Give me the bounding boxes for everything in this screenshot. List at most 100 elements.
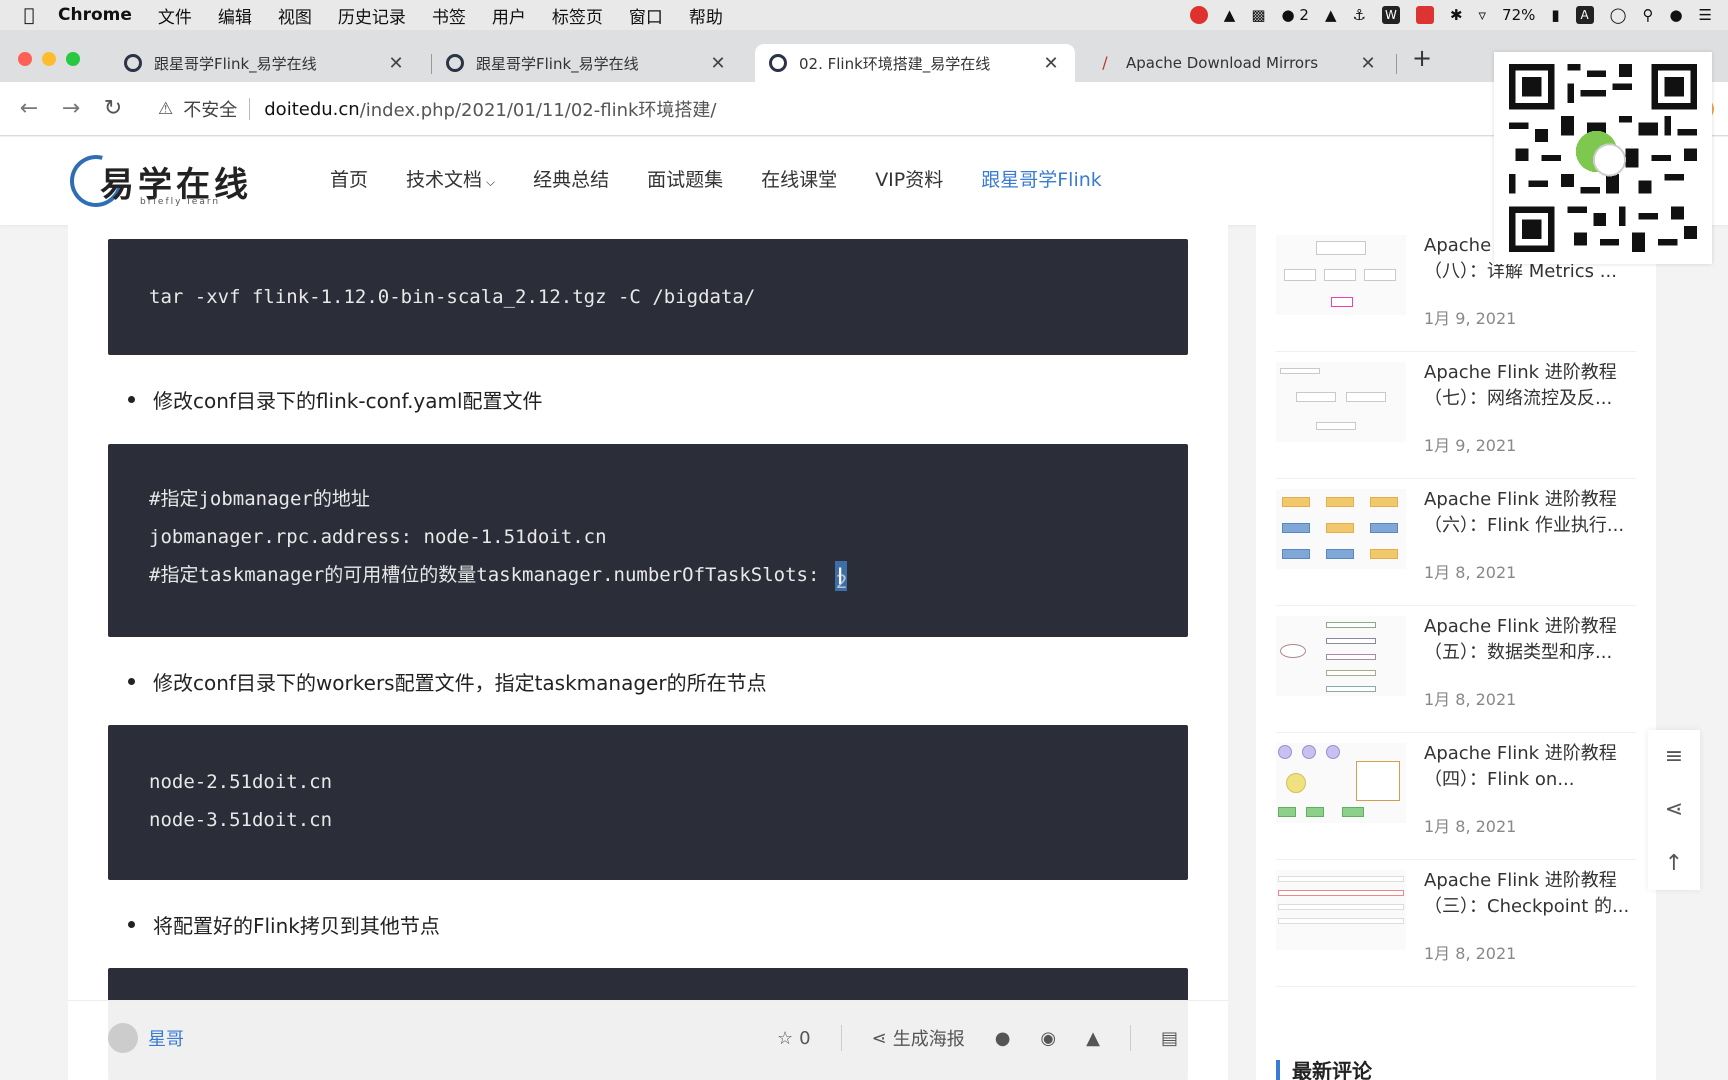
- forward-icon[interactable]: →: [50, 96, 92, 121]
- tab-1[interactable]: 跟星哥学Flink_易学在线 ✕: [110, 44, 420, 82]
- author-name: 星哥: [148, 1029, 184, 1050]
- tab-separator: [1396, 54, 1397, 74]
- close-tab-icon[interactable]: ✕: [386, 53, 406, 74]
- new-tab-icon[interactable]: +: [1412, 44, 1432, 72]
- back-icon[interactable]: ←: [8, 96, 50, 121]
- input-method-icon[interactable]: A: [1575, 6, 1594, 24]
- nav-interview[interactable]: 面试题集: [647, 165, 723, 192]
- siri-icon[interactable]: ●: [1669, 6, 1682, 24]
- post-actions: ☆ 0 ⋖ 生成海报 ● ◉ ▲ ▤: [747, 1025, 1178, 1051]
- tab-3-active[interactable]: 02. Flink环境搭建_易学在线 ✕: [755, 44, 1075, 82]
- battery-level[interactable]: 72%: [1502, 6, 1535, 24]
- minimize-window-button[interactable]: [42, 52, 56, 66]
- menu-edit[interactable]: 编辑: [218, 3, 252, 28]
- menu-people[interactable]: 用户: [492, 3, 526, 28]
- bell-icon[interactable]: ▲: [1224, 6, 1236, 24]
- upload-icon[interactable]: ▲: [1325, 6, 1337, 24]
- menu-view[interactable]: 视图: [278, 3, 312, 28]
- sidebar-post[interactable]: Apache Flink 进阶教程 （七）：网络流控及反... 1月 9, 202…: [1276, 352, 1636, 479]
- share-icon[interactable]: ⋖: [1665, 797, 1683, 822]
- menu-window[interactable]: 窗口: [629, 3, 663, 28]
- address-divider: [249, 98, 251, 120]
- post-title: Apache Flink 进阶教程 （三）：Checkpoint 的...: [1424, 868, 1639, 920]
- clock-icon[interactable]: ◯: [1610, 6, 1627, 24]
- extension-icon[interactable]: ▩: [1251, 6, 1265, 24]
- code-block[interactable]: node-2.51doit.cn node-3.51doit.cn: [108, 725, 1188, 880]
- bluetooth-icon[interactable]: ✱: [1450, 6, 1463, 24]
- browser-tab-strip: 跟星哥学Flink_易学在线 ✕ 跟星哥学Flink_易学在线 ✕ 02. Fl…: [0, 30, 1728, 82]
- post-title-line: （六）：Flink 作业执行...: [1424, 515, 1625, 536]
- tab-2[interactable]: 跟星哥学Flink_易学在线 ✕: [432, 44, 742, 82]
- back-to-top-icon[interactable]: ↑: [1665, 851, 1683, 876]
- close-tab-icon[interactable]: ✕: [1358, 53, 1378, 74]
- sidebar-post[interactable]: Apache Flink 进阶教程 （六）：Flink 作业执行... 1月 8,…: [1276, 479, 1636, 606]
- action-divider: [840, 1025, 842, 1051]
- menu-history[interactable]: 历史记录: [338, 3, 406, 28]
- nav-online-course[interactable]: 在线课堂: [761, 165, 837, 192]
- nav-classic-summary[interactable]: 经典总结: [533, 165, 609, 192]
- close-tab-icon[interactable]: ✕: [708, 53, 728, 74]
- wifi-icon[interactable]: ▿: [1479, 6, 1487, 24]
- close-tab-icon[interactable]: ✕: [1041, 53, 1061, 74]
- reload-icon[interactable]: ↻: [92, 96, 134, 121]
- sidebar-post[interactable]: Apache Flink 进阶教程 （四）：Flink on... 1月 8, 2…: [1276, 733, 1636, 860]
- nav-tech-docs[interactable]: 技术文档 ⌵: [406, 165, 495, 192]
- code-line: node-2.51doit.cn: [149, 771, 333, 793]
- poster-button[interactable]: ⋖ 生成海报: [872, 1025, 965, 1051]
- app-icon[interactable]: [1415, 6, 1434, 24]
- tab-title: 02. Flink环境搭建_易学在线: [799, 54, 991, 73]
- post-title-line: Apache Flink 进阶教程: [1424, 489, 1617, 510]
- control-center-icon[interactable]: ☰: [1699, 6, 1712, 24]
- w-app-icon[interactable]: W: [1381, 6, 1400, 24]
- zoom-window-button[interactable]: [66, 52, 80, 66]
- menu-tab[interactable]: 标签页: [552, 3, 603, 28]
- nav-flink-active[interactable]: 跟星哥学Flink: [981, 165, 1102, 192]
- list-item: 修改conf目录下的workers配置文件，指定taskmanager的所在节点: [128, 667, 767, 696]
- url-path: /index.php/2021/01/11/02-flink环境搭建/: [359, 100, 717, 121]
- menu-file[interactable]: 文件: [158, 3, 192, 28]
- menu-help[interactable]: 帮助: [689, 3, 723, 28]
- docker-icon[interactable]: ⚓: [1352, 6, 1365, 24]
- record-icon[interactable]: [1189, 6, 1208, 24]
- like-button[interactable]: ☆ 0: [777, 1028, 811, 1049]
- sidebar-post[interactable]: Apache Flink 进阶教程 （五）：数据类型和序... 1月 8, 202…: [1276, 606, 1636, 733]
- sidebar-post[interactable]: Apache Flink 进阶教程 （三）：Checkpoint 的... 1月 …: [1276, 860, 1636, 987]
- post-date: 1月 9, 2021: [1424, 309, 1517, 328]
- latest-comments-heading: 最新评论: [1276, 1055, 1372, 1080]
- post-title-line: （四）：Flink on...: [1424, 769, 1575, 790]
- post-title-line: （三）：Checkpoint 的...: [1424, 896, 1630, 917]
- nav-tech-docs-label: 技术文档: [406, 169, 483, 191]
- wechat-share-icon[interactable]: ●: [995, 1028, 1011, 1049]
- address-bar[interactable]: ⚠ 不安全 doitedu.cn /index.php/2021/01/11/0…: [158, 89, 1658, 129]
- post-title-line: Apache Flink 进阶教程: [1424, 743, 1617, 764]
- menu-bookmarks[interactable]: 书签: [432, 3, 466, 28]
- post-thumbnail: [1276, 489, 1406, 569]
- site-favicon-icon: [446, 54, 464, 72]
- warning-icon[interactable]: ⚠: [158, 99, 173, 119]
- code-block[interactable]: tar -xvf flink-1.12.0-bin-scala_2.12.tgz…: [108, 239, 1188, 355]
- toc-icon[interactable]: ▤: [1161, 1028, 1178, 1049]
- weibo-share-icon[interactable]: ◉: [1040, 1028, 1056, 1049]
- text-selection: I2: [834, 560, 847, 593]
- close-window-button[interactable]: [18, 52, 32, 66]
- menu-app-name[interactable]: Chrome: [58, 5, 132, 25]
- tab-title: 跟星哥学Flink_易学在线: [476, 54, 639, 73]
- site-logo[interactable]: 易学在线 briefly learn: [60, 145, 260, 217]
- notification-badge[interactable]: ● 2: [1282, 6, 1309, 24]
- code-block[interactable]: #指定jobmanager的地址 jobmanager.rpc.address:…: [108, 444, 1188, 637]
- list-item: 修改conf目录下的flink-conf.yaml配置文件: [128, 385, 543, 414]
- apple-icon[interactable]: : [0, 5, 58, 26]
- apache-feather-icon: /: [1102, 53, 1108, 72]
- selected-text: 2: [835, 570, 848, 593]
- spotlight-search-icon[interactable]: ⚲: [1642, 6, 1653, 24]
- menu-list-icon[interactable]: ≡: [1665, 744, 1683, 769]
- tab-4[interactable]: / Apache Download Mirrors ✕: [1082, 44, 1392, 82]
- notification-count: 2: [1299, 6, 1309, 24]
- notification-bell-icon[interactable]: ▲: [1086, 1028, 1100, 1049]
- post-author[interactable]: 星哥: [108, 1023, 184, 1053]
- nav-vip[interactable]: VIP资料: [875, 165, 943, 192]
- code-line: tar -xvf flink-1.12.0-bin-scala_2.12.tgz…: [149, 286, 756, 308]
- security-label[interactable]: 不安全: [183, 96, 237, 122]
- nav-home[interactable]: 首页: [330, 165, 368, 192]
- post-thumbnail: [1276, 362, 1406, 442]
